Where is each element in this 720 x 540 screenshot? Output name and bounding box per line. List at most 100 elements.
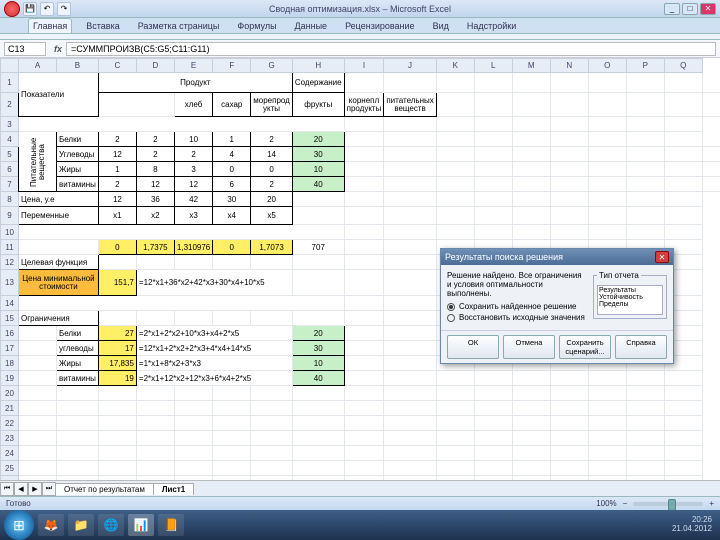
cell[interactable] — [213, 416, 251, 431]
cell[interactable] — [344, 132, 384, 147]
cell[interactable] — [626, 461, 664, 476]
cell[interactable]: 1,7073 — [251, 240, 293, 255]
cell[interactable]: фрукты — [292, 93, 344, 117]
dialog-button[interactable]: Отмена — [503, 335, 555, 359]
cell[interactable] — [550, 401, 588, 416]
cell[interactable]: 1,310976 — [174, 240, 212, 255]
cell[interactable] — [474, 192, 512, 207]
report-option[interactable]: Пределы — [599, 301, 661, 308]
cell[interactable] — [588, 177, 626, 192]
cell[interactable] — [384, 431, 436, 446]
cell[interactable] — [344, 401, 384, 416]
cell[interactable] — [213, 401, 251, 416]
cell[interactable]: 17 — [98, 341, 136, 356]
cell[interactable] — [550, 132, 588, 147]
taskbar-firefox[interactable]: 🦊 — [38, 514, 64, 536]
cell[interactable] — [702, 162, 720, 177]
cell[interactable] — [384, 225, 436, 240]
qat-redo[interactable]: ↷ — [57, 2, 71, 16]
cell[interactable] — [512, 162, 550, 177]
cell[interactable] — [588, 386, 626, 401]
cell[interactable]: 2 — [136, 132, 174, 147]
cell[interactable]: 10 — [292, 162, 344, 177]
row-header[interactable]: 18 — [1, 356, 19, 371]
cell[interactable]: 1,7375 — [136, 240, 174, 255]
cell[interactable]: Содержание — [292, 73, 344, 93]
cell[interactable] — [664, 431, 702, 446]
cell[interactable] — [292, 255, 344, 270]
row-header[interactable]: 6 — [1, 162, 19, 177]
sheet-nav-last[interactable]: ⏭ — [42, 482, 56, 496]
cell[interactable] — [474, 371, 512, 386]
row-header[interactable]: 21 — [1, 401, 19, 416]
cell[interactable] — [588, 192, 626, 207]
cell[interactable] — [436, 431, 474, 446]
cell[interactable] — [664, 207, 702, 225]
cell[interactable] — [384, 401, 436, 416]
cell[interactable] — [384, 117, 436, 132]
sheet-nav-prev[interactable]: ◀ — [14, 482, 28, 496]
cell[interactable] — [436, 147, 474, 162]
cell[interactable] — [664, 73, 702, 93]
name-box[interactable]: C13 — [4, 42, 46, 56]
column-header[interactable] — [1, 59, 19, 73]
row-header[interactable]: 16 — [1, 326, 19, 341]
cell[interactable] — [474, 225, 512, 240]
cell[interactable]: 17,835 — [98, 356, 136, 371]
cell[interactable]: 27 — [98, 326, 136, 341]
cell[interactable] — [512, 207, 550, 225]
cell[interactable]: 42 — [174, 192, 212, 207]
cell[interactable]: =2*x1+2*x2+10*x3+x4+2*x5 — [136, 326, 292, 341]
cell[interactable] — [588, 132, 626, 147]
cell[interactable] — [474, 117, 512, 132]
column-header[interactable]: O — [588, 59, 626, 73]
ribbon-tab[interactable]: Данные — [291, 19, 332, 33]
cell[interactable] — [292, 207, 344, 225]
cell[interactable] — [19, 240, 99, 255]
column-header[interactable]: L — [474, 59, 512, 73]
report-option[interactable]: Результаты — [599, 287, 661, 294]
cell[interactable] — [474, 177, 512, 192]
formula-input[interactable]: =СУММПРОИЗВ(C5:G5;C11:G11) — [66, 42, 716, 56]
cell[interactable] — [19, 326, 57, 341]
cell[interactable] — [436, 117, 474, 132]
sheet-nav-first[interactable]: ⏮ — [0, 482, 14, 496]
cell[interactable] — [251, 386, 293, 401]
cell[interactable] — [213, 255, 251, 270]
cell[interactable] — [384, 162, 436, 177]
cell[interactable] — [474, 446, 512, 461]
column-header[interactable]: K — [436, 59, 474, 73]
cell[interactable]: 2 — [251, 177, 293, 192]
cell[interactable] — [251, 401, 293, 416]
row-header[interactable]: 8 — [1, 192, 19, 207]
qat-save[interactable]: 💾 — [23, 2, 37, 16]
cell[interactable] — [344, 311, 384, 326]
cell[interactable]: Белки — [57, 326, 99, 341]
cell[interactable] — [626, 446, 664, 461]
sheet-tab[interactable]: Лист1 — [153, 483, 194, 495]
cell[interactable] — [136, 446, 174, 461]
cell[interactable]: x1 — [98, 207, 136, 225]
ribbon-tab[interactable]: Главная — [28, 18, 72, 33]
cell[interactable]: 2 — [98, 132, 136, 147]
cell[interactable] — [292, 416, 344, 431]
cell[interactable]: 8 — [136, 162, 174, 177]
cell[interactable]: питательных веществ — [384, 93, 436, 117]
cell[interactable] — [344, 371, 384, 386]
cell[interactable]: корнепл продукты — [344, 93, 384, 117]
cell[interactable] — [550, 177, 588, 192]
cell[interactable]: 12 — [98, 147, 136, 162]
cell[interactable] — [344, 341, 384, 356]
cell[interactable] — [57, 416, 99, 431]
cell[interactable] — [292, 311, 344, 326]
cell[interactable] — [384, 461, 436, 476]
cell[interactable]: 151,7 — [98, 270, 136, 296]
cell[interactable]: сахар — [213, 93, 251, 117]
cell[interactable] — [626, 147, 664, 162]
cell[interactable]: Питательные вещества — [19, 132, 57, 192]
cell[interactable] — [174, 431, 212, 446]
cell[interactable]: 12 — [174, 177, 212, 192]
cell[interactable]: Показатели — [19, 73, 99, 117]
close-button[interactable]: ✕ — [700, 3, 716, 15]
cell[interactable]: 6 — [213, 177, 251, 192]
